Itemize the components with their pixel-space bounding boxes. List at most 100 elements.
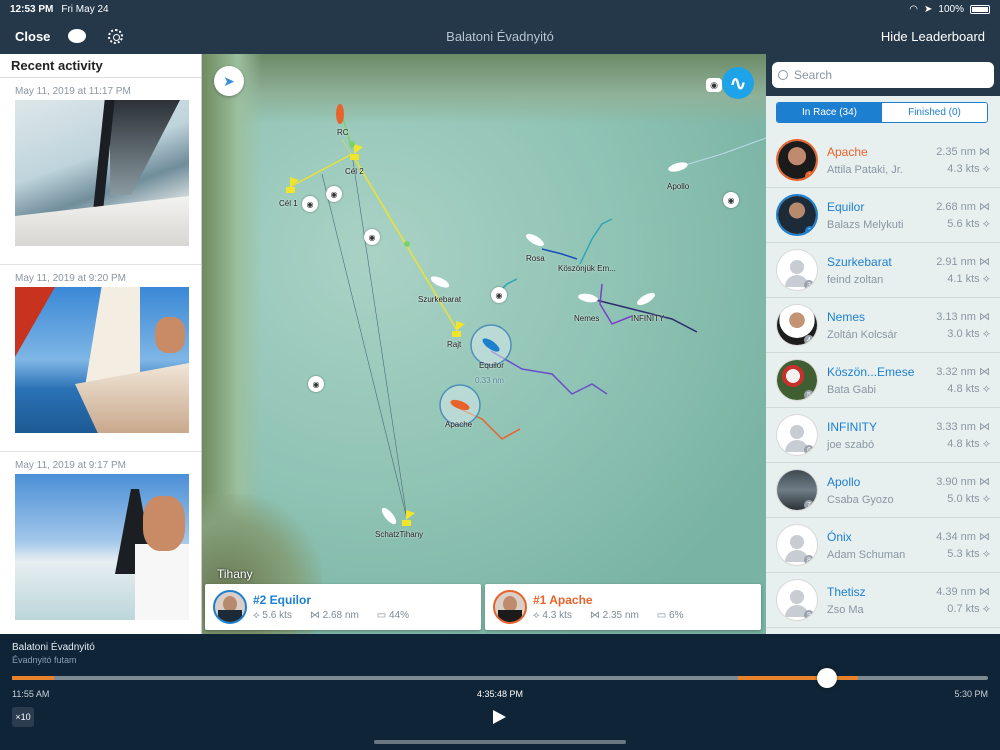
camera-icon[interactable]: ◉ bbox=[308, 376, 324, 392]
rank-badge: 8 bbox=[804, 555, 814, 565]
leaderboard-row[interactable]: 3 Szurkebarat feind zoltan 2.91 nm ⋈ 4.1 k… bbox=[766, 243, 1000, 298]
skipper-name: Csaba Gyozo bbox=[827, 493, 894, 506]
boat-name: Köszön...Emese bbox=[827, 364, 915, 379]
infinity-boat bbox=[637, 292, 655, 306]
race-status-tabs: In Race (34) Finished (0) bbox=[776, 102, 988, 123]
timeline-segment bbox=[738, 676, 858, 680]
map-label: Apache bbox=[445, 420, 473, 429]
distance-value: 3.32 nm ⋈ bbox=[936, 365, 990, 378]
map-label: Rajt bbox=[447, 340, 462, 349]
distance-value: ⋈ 2.68 nm bbox=[309, 610, 359, 621]
mark-flag bbox=[354, 144, 363, 154]
timeline-scrubber[interactable] bbox=[12, 668, 988, 688]
speed-value: 4.8 kts ⟡ bbox=[947, 437, 990, 450]
distance-value: 2.35 nm ⋈ bbox=[936, 145, 990, 158]
race-map[interactable]: ➤ ◉ ∿ ◉ ◉ ◉ ◉ ◉ ◉ RC Cél 1 Cél 2 Apollo … bbox=[202, 54, 766, 634]
boat-card-apache[interactable]: #1 Apache ⟡ 4.3 kts ⋈ 2.35 nm ▭ 6% bbox=[485, 584, 761, 630]
activity-photo[interactable] bbox=[15, 474, 189, 620]
distance-value: ⋈ 2.35 nm bbox=[589, 610, 639, 621]
leaderboard-row[interactable]: 6 INFINITY joe szabó 3.33 nm ⋈ 4.8 kts ⟡ bbox=[766, 408, 1000, 463]
distance-value: 4.34 nm ⋈ bbox=[936, 530, 990, 543]
wind-button[interactable]: ∿ bbox=[722, 67, 754, 99]
schatihany-boat bbox=[381, 507, 397, 525]
place-label: Tihany bbox=[217, 567, 253, 581]
activity-item[interactable]: May 11, 2019 at 9:20 PM bbox=[0, 265, 201, 452]
activity-timestamp: May 11, 2019 at 9:17 PM bbox=[15, 460, 126, 471]
battery-percent: 100% bbox=[938, 3, 964, 15]
tab-finished[interactable]: Finished (0) bbox=[882, 103, 987, 122]
map-label: Apollo bbox=[667, 182, 690, 191]
speed-value: 4.3 kts ⟡ bbox=[947, 162, 990, 175]
waypoint bbox=[404, 241, 410, 247]
tab-in-race[interactable]: In Race (34) bbox=[777, 103, 882, 122]
leaderboard-row[interactable]: 8 Ónix Adam Schuman 4.34 nm ⋈ 5.3 kts ⟡ bbox=[766, 518, 1000, 573]
leaderboard-row[interactable]: 2 Equilor Balazs Melykuti 2.68 nm ⋈ 5.6 kt… bbox=[766, 188, 1000, 243]
nav-bar: Close Balatoni Évadnyitó Hide Leaderboar… bbox=[0, 18, 1000, 54]
playback-speed-button[interactable]: ×10 bbox=[12, 707, 34, 727]
activity-item[interactable]: May 11, 2019 at 11:17 PM bbox=[0, 78, 201, 265]
speed-value: ⟡ 5.6 kts bbox=[253, 610, 292, 621]
chat-icon[interactable] bbox=[68, 29, 87, 43]
activity-photo[interactable] bbox=[15, 287, 189, 433]
avatar: 2 bbox=[776, 194, 818, 236]
boat-card-equilor[interactable]: #2 Equilor ⟡ 5.6 kts ⋈ 2.68 nm ▭ 44% bbox=[205, 584, 481, 630]
camera-icon[interactable]: ◉ bbox=[723, 192, 739, 208]
leaderboard-row[interactable]: 4 Nemes Zoltán Kolcsár 3.13 nm ⋈ 3.0 kts ⟡ bbox=[766, 298, 1000, 353]
play-icon[interactable] bbox=[493, 710, 506, 724]
gear-icon[interactable] bbox=[108, 28, 124, 44]
map-label: SchatzTihany bbox=[375, 530, 424, 539]
layline bbox=[351, 153, 408, 520]
skipper-name: Zso Ma bbox=[827, 603, 864, 616]
mark-flag bbox=[406, 510, 415, 520]
speed-value: 5.6 kts ⟡ bbox=[947, 217, 990, 230]
equilor-track bbox=[490, 350, 608, 395]
infinity-track bbox=[599, 283, 633, 325]
activity-item[interactable]: May 11, 2019 at 9:17 PM bbox=[0, 452, 201, 634]
camera-icon[interactable]: ◉ bbox=[364, 229, 380, 245]
activity-photo[interactable] bbox=[15, 100, 189, 246]
leaderboard-row[interactable]: 1 Apache Attila Pataki, Jr. 2.35 nm ⋈ 4.3 … bbox=[766, 133, 1000, 188]
boat-card-name: #1 Apache bbox=[533, 593, 593, 607]
close-button[interactable]: Close bbox=[15, 29, 50, 44]
hide-leaderboard-button[interactable]: Hide Leaderboard bbox=[881, 29, 985, 44]
camera-icon[interactable]: ◉ bbox=[326, 186, 342, 202]
avatar: 3 bbox=[776, 249, 818, 291]
avatar bbox=[493, 590, 527, 624]
leaderboard-row[interactable]: 7 Apollo Csaba Gyozo 3.90 nm ⋈ 5.0 kts ⟡ bbox=[766, 463, 1000, 518]
camera-icon[interactable]: ◉ bbox=[706, 78, 722, 92]
leaderboard-row[interactable]: 9 Thetisz Zso Ma 4.39 nm ⋈ 0.7 kts ⟡ bbox=[766, 573, 1000, 628]
boat-card-name: #2 Equilor bbox=[253, 593, 312, 607]
map-label: Nemes bbox=[574, 314, 600, 323]
rank-badge: 1 bbox=[805, 171, 815, 179]
battery-value: ▭ 44% bbox=[376, 610, 410, 621]
race-title: Balatoni Évadnyitó bbox=[12, 642, 95, 653]
timeline-knob[interactable] bbox=[816, 668, 837, 688]
avatar: 4 bbox=[776, 304, 818, 346]
camera-icon[interactable]: ◉ bbox=[491, 287, 507, 303]
map-label: Szurkebarat bbox=[418, 295, 462, 304]
battery-value: ▭ 6% bbox=[656, 610, 684, 621]
map-label: Cél 1 bbox=[279, 199, 298, 208]
apollo-boat bbox=[668, 162, 688, 172]
status-time: 12:53 PM bbox=[10, 3, 54, 15]
rank-badge: 2 bbox=[805, 226, 815, 234]
leaderboard-row[interactable]: 5 Köszön...Emese Bata Gabi 3.32 nm ⋈ 4.8 k… bbox=[766, 353, 1000, 408]
camera-icon[interactable]: ◉ bbox=[302, 196, 318, 212]
search-input[interactable]: Search bbox=[772, 62, 994, 88]
status-right: ◠ ➤ 100% bbox=[909, 4, 990, 15]
home-indicator bbox=[374, 740, 626, 744]
locate-button[interactable]: ➤ bbox=[214, 66, 244, 96]
speed-value: 5.0 kts ⟡ bbox=[947, 492, 990, 505]
speed-value: 4.1 kts ⟡ bbox=[947, 272, 990, 285]
rank-badge: 3 bbox=[804, 280, 814, 290]
wifi-icon: ◠ bbox=[909, 3, 919, 15]
current-time: 4:35:48 PM bbox=[476, 689, 524, 699]
rosa-boat bbox=[526, 233, 544, 247]
rank-badge: 5 bbox=[804, 390, 814, 400]
avatar: 6 bbox=[776, 414, 818, 456]
avatar: 5 bbox=[776, 359, 818, 401]
location-arrow-icon: ➤ bbox=[223, 72, 235, 89]
recent-activity-heading: Recent activity bbox=[0, 54, 201, 78]
speed-value: 4.8 kts ⟡ bbox=[947, 382, 990, 395]
distance-value: 3.90 nm ⋈ bbox=[936, 475, 990, 488]
